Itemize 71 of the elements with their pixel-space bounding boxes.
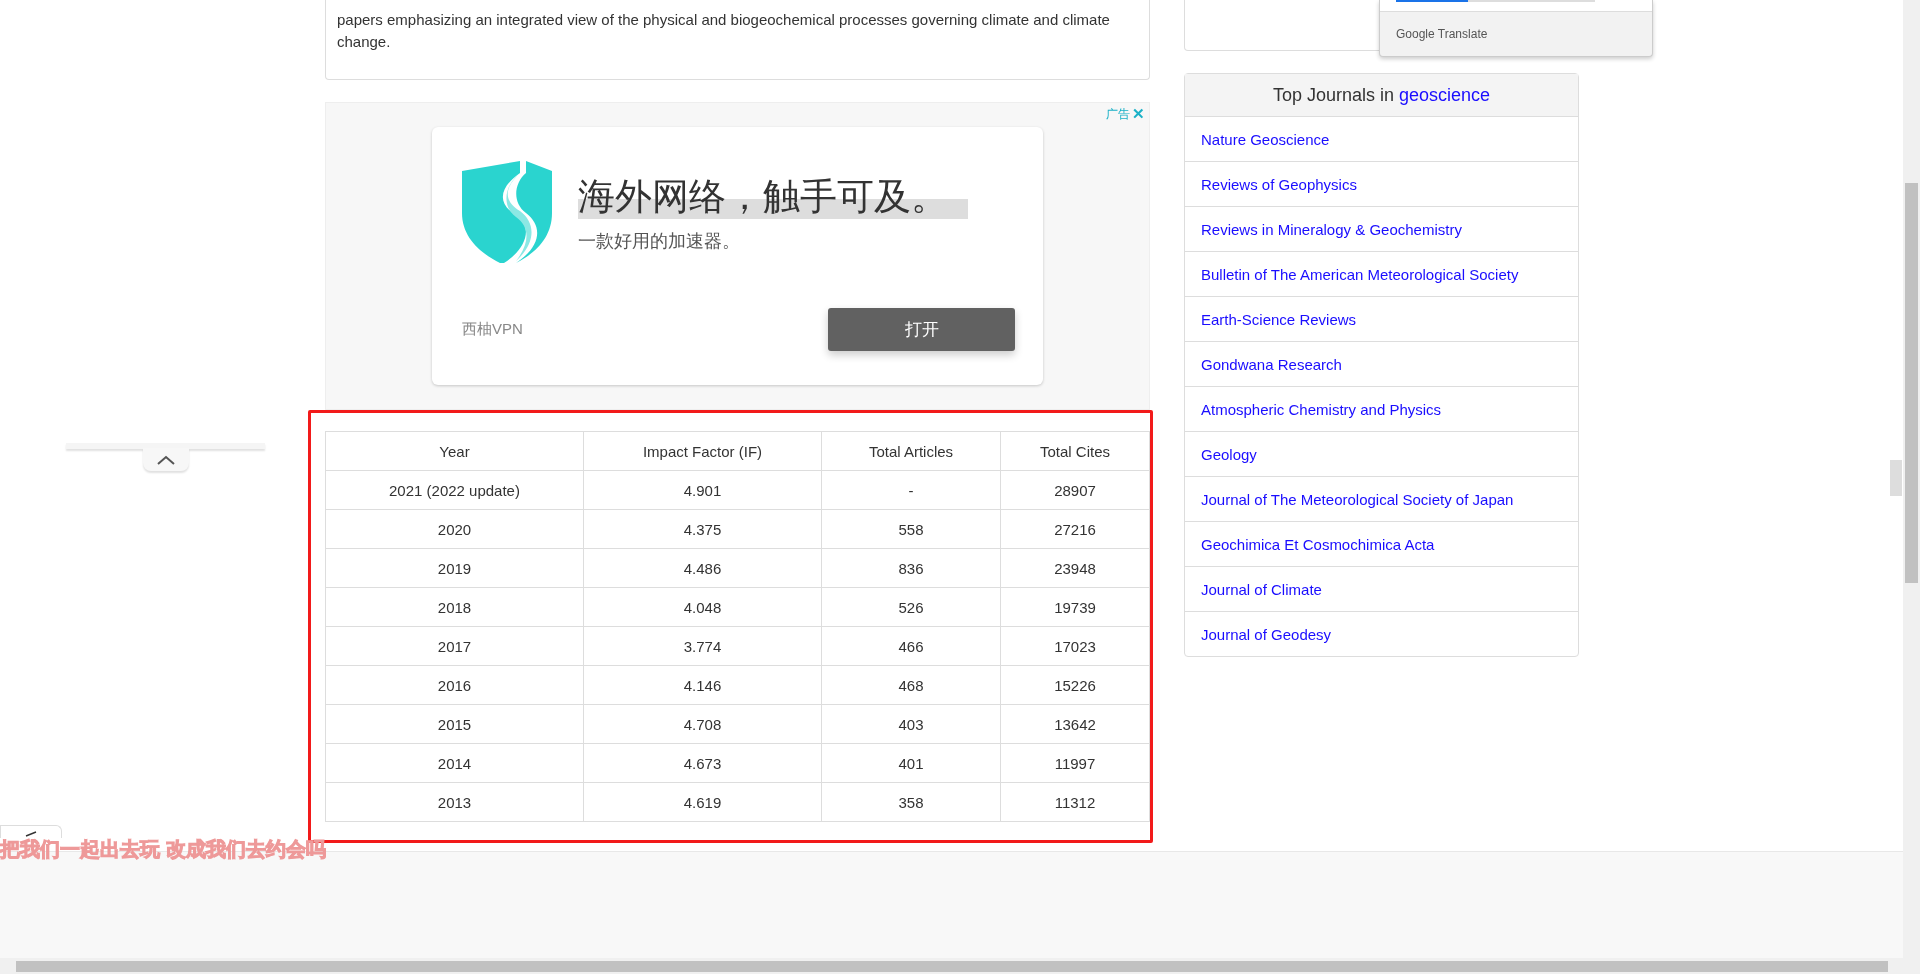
ad-brand: 西柚VPN [461,320,523,339]
description-text: change. [337,32,392,52]
panel-title: Top Journals in geoscience [1272,84,1491,106]
table-cell: 466 [821,626,1001,666]
table-cell: 2018 [325,587,584,627]
journal-link[interactable]: Journal of The Meteorological Society of Japan [1185,476,1578,521]
journal-link[interactable]: Bulletin of The American Meteorological Society [1185,251,1578,296]
column-header: Year [325,431,584,471]
open-button[interactable]: 打开 [828,308,1015,351]
table-cell: 4.146 [583,665,822,705]
column-header: Total Articles [821,431,1001,471]
journal-link[interactable]: Geochimica Et Cosmochimica Acta [1185,521,1578,566]
scrollbar-thumb[interactable] [1905,183,1918,583]
table-cell: 4.375 [583,509,822,549]
table-cell: 13642 [1000,704,1150,744]
journal-link[interactable]: Atmospheric Chemistry and Physics [1185,386,1578,431]
vertical-scrollbar[interactable] [1903,0,1920,958]
table-cell: 23948 [1000,548,1150,588]
scrollbar-thumb[interactable] [16,961,1888,972]
column-header: Impact Factor (IF) [583,431,822,471]
table-cell: - [821,470,1001,510]
topic-link[interactable]: geoscience [1399,84,1491,105]
table-cell: 2017 [325,626,584,666]
table-cell: 403 [821,704,1001,744]
overlay-text: 把我们一起出去玩 改成我们去约会吗 [0,838,326,860]
table-cell: 28907 [1000,470,1150,510]
table-cell: 15226 [1000,665,1150,705]
table-cell: 4.708 [583,704,822,744]
journal-link[interactable]: Earth-Science Reviews [1185,296,1578,341]
chevron-up-icon [157,454,175,465]
ad-label: 广告 [1106,105,1130,123]
table-cell: 2015 [325,704,584,744]
table-cell: 17023 [1000,626,1150,666]
table-cell: 526 [821,587,1001,627]
collapse-button[interactable] [143,448,189,471]
table-cell: 358 [821,782,1001,822]
table-cell: 836 [821,548,1001,588]
journal-link[interactable]: Geology [1185,431,1578,476]
table-cell: 11997 [1000,743,1150,783]
table-cell: 4.673 [583,743,822,783]
edit-tab[interactable] [0,825,62,838]
journal-link[interactable]: Reviews of Geophysics [1185,161,1578,206]
table-cell: 2019 [325,548,584,588]
table-cell: 2020 [325,509,584,549]
journal-link[interactable]: Journal of Geodesy [1185,611,1578,656]
table-cell: 27216 [1000,509,1150,549]
table-cell: 558 [821,509,1001,549]
table-cell: 2021 (2022 update) [325,470,584,510]
table-cell: 468 [821,665,1001,705]
ad-subline: 一款好用的加速器。 [578,230,741,253]
table-cell: 4.901 [583,470,822,510]
ad-headline: 海外网络，触手可及。 [578,175,968,219]
column-header: Total Cites [1000,431,1150,471]
table-cell: 2016 [325,665,584,705]
table-cell: 19739 [1000,587,1150,627]
horizontal-scrollbar[interactable] [0,958,1920,974]
translate-label: Google Translate [1396,27,1488,41]
journal-link[interactable]: Gondwana Research [1185,341,1578,386]
journal-link[interactable]: Journal of Climate [1185,566,1578,611]
journal-link[interactable]: Reviews in Mineralogy & Geochemistry [1185,206,1578,251]
table-cell: 11312 [1000,782,1150,822]
table-cell: 401 [821,743,1001,783]
side-tab[interactable] [1890,460,1902,496]
table-cell: 2013 [325,782,584,822]
journal-link[interactable]: Nature Geoscience [1185,117,1578,161]
table-cell: 4.619 [583,782,822,822]
table-cell: 4.486 [583,548,822,588]
table-cell: 2014 [325,743,584,783]
table-cell: 3.774 [583,626,822,666]
table-cell: 4.048 [583,587,822,627]
description-text: papers emphasizing an integrated view of the physical and biogeochemical processes governing climate and climate [337,10,1111,30]
